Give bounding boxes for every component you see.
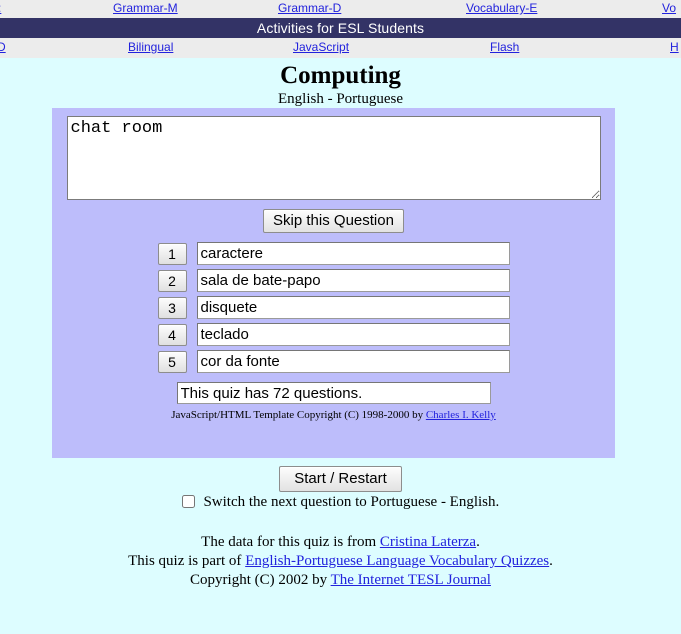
answer-row: 3	[157, 296, 510, 319]
skip-question-row: Skip this Question	[52, 209, 615, 233]
footer-data-suffix: .	[476, 534, 480, 550]
nav-row-top: : Grammar-M Grammar-D Vocabulary-E Vo	[0, 0, 681, 18]
nav-link-html-cut[interactable]: H	[670, 40, 679, 54]
footer-line-quiz-collection: This quiz is part of English-Portuguese …	[0, 552, 681, 571]
answer-number-button-4[interactable]: 4	[157, 323, 187, 346]
answer-number-button-1[interactable]: 1	[157, 242, 187, 265]
answer-input-4[interactable]	[196, 323, 510, 346]
start-restart-button[interactable]: Start / Restart	[279, 466, 402, 492]
nav-link-javascript[interactable]: JavaScript	[293, 40, 349, 54]
footer-line-copyright: Copyright (C) 2002 by The Internet TESL …	[0, 571, 681, 590]
nav-link-row1-0[interactable]: :	[0, 1, 1, 15]
switch-direction-checkbox[interactable]	[181, 495, 195, 508]
quiz-status-field[interactable]	[176, 382, 491, 404]
footer-publisher-link[interactable]: The Internet TESL Journal	[331, 572, 491, 588]
page-footer: The data for this quiz is from Cristina …	[0, 533, 681, 590]
nav-link-vocabulary-cut[interactable]: Vo	[662, 1, 676, 15]
switch-direction-row: Switch the next question to Portuguese -…	[0, 494, 681, 511]
nav-link-bilingual[interactable]: Bilingual	[128, 40, 173, 54]
nav-link-grammar-m[interactable]: Grammar-M	[113, 1, 178, 15]
page-subtitle: English - Portuguese	[278, 91, 403, 107]
answer-input-1[interactable]	[196, 242, 510, 265]
nav-link-flash[interactable]: Flash	[490, 40, 519, 54]
question-textarea[interactable]: chat room	[66, 116, 601, 200]
start-restart-row: Start / Restart	[0, 466, 681, 492]
answer-row: 4	[157, 323, 510, 346]
answer-number-button-3[interactable]: 3	[157, 296, 187, 319]
nav-row-second: D Bilingual JavaScript Flash H	[0, 38, 681, 58]
skip-question-button[interactable]: Skip this Question	[263, 209, 404, 233]
answer-input-2[interactable]	[196, 269, 510, 292]
site-banner: Activities for ESL Students	[0, 18, 681, 38]
answer-row: 2	[157, 269, 510, 292]
answer-number-button-2[interactable]: 2	[157, 269, 187, 292]
nav-link-grammar-d[interactable]: Grammar-D	[278, 1, 341, 15]
quiz-panel: chat room Skip this Question 1 2 3 4 5 J…	[52, 108, 615, 458]
template-copyright-text: JavaScript/HTML Template Copyright (C) 1…	[171, 409, 426, 421]
answer-row: 1	[157, 242, 510, 265]
page-title: Computing	[280, 62, 401, 89]
answer-input-3[interactable]	[196, 296, 510, 319]
footer-line-data-source: The data for this quiz is from Cristina …	[0, 533, 681, 552]
answer-row: 5	[157, 350, 510, 373]
footer-collection-prefix: This quiz is part of	[128, 553, 246, 569]
answer-input-5[interactable]	[196, 350, 510, 373]
footer-author-link[interactable]: Cristina Laterza	[380, 534, 476, 550]
answer-number-button-5[interactable]: 5	[157, 350, 187, 373]
heading-section: Computing English - Portuguese	[0, 58, 681, 108]
switch-direction-label: Switch the next question to Portuguese -…	[203, 494, 500, 510]
footer-collection-link[interactable]: English-Portuguese Language Vocabulary Q…	[245, 553, 549, 569]
template-copyright: JavaScript/HTML Template Copyright (C) 1…	[52, 409, 615, 421]
footer-copyright-prefix: Copyright (C) 2002 by	[190, 572, 331, 588]
footer-collection-suffix: .	[549, 553, 553, 569]
nav-link-vocabulary-e[interactable]: Vocabulary-E	[466, 1, 537, 15]
footer-data-prefix: The data for this quiz is from	[201, 534, 380, 550]
nav-link-row2-0[interactable]: D	[0, 40, 6, 54]
template-author-link[interactable]: Charles I. Kelly	[426, 409, 496, 421]
answers-list: 1 2 3 4 5	[157, 242, 510, 373]
quiz-status-row	[52, 382, 615, 404]
